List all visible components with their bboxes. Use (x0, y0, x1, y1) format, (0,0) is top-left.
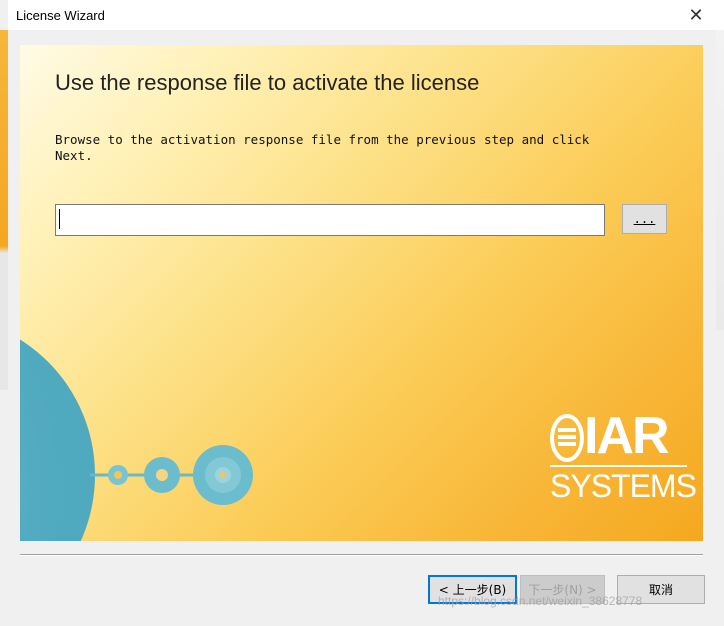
disc-decoration-icon (20, 339, 253, 541)
logo-systems-text: SYSTEMS (550, 468, 697, 504)
response-file-path-input[interactable] (55, 204, 605, 236)
large-disc-shape (20, 339, 95, 541)
license-wizard-window: License Wizard ✕ Use the response file t… (0, 0, 724, 626)
iar-systems-logo: IAR SYSTEMS (550, 407, 697, 510)
window-title: License Wizard (16, 7, 105, 23)
close-button[interactable]: ✕ (676, 2, 716, 28)
watermark-text: https://blog.csdn.net/weixin_38628778 (438, 594, 643, 608)
page-title: Use the response file to activate the li… (55, 70, 480, 95)
logo-divider (550, 465, 687, 467)
close-icon: ✕ (688, 4, 704, 26)
wizard-panel: Use the response file to activate the li… (20, 45, 703, 541)
button-separator (20, 554, 703, 556)
iar-logo-mark-icon (550, 414, 584, 462)
dialog-body: Use the response file to activate the li… (8, 30, 716, 626)
page-description: Browse to the activation response file f… (55, 132, 590, 163)
title-bar[interactable]: License Wizard ✕ (8, 0, 724, 30)
browse-button[interactable]: ... (622, 204, 667, 234)
logo-iar-text: IAR (584, 407, 670, 465)
text-caret (59, 209, 60, 229)
